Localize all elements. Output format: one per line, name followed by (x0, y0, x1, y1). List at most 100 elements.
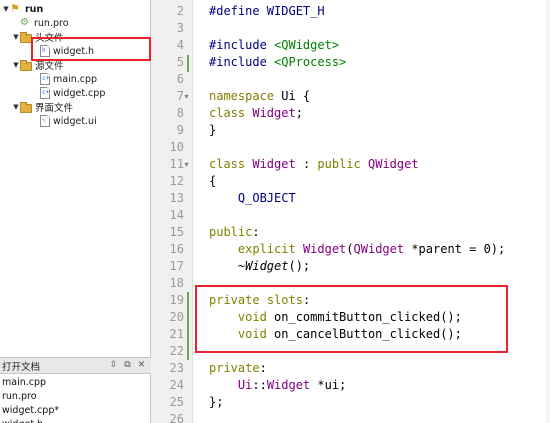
code-token: { (209, 174, 217, 188)
collapse-arrow-icon[interactable]: ▼ (2, 2, 10, 16)
tree-item-forms[interactable]: ▼ 界面文件 (12, 100, 73, 114)
code-token: : (259, 361, 267, 375)
code-token: <QProcess> (274, 55, 347, 69)
code-token: :: (252, 378, 267, 392)
line-number: 7 (176, 89, 184, 103)
folder-icon (20, 101, 32, 113)
line-number: 6 (176, 72, 184, 86)
tree-item-label: widget.ui (53, 115, 97, 127)
left-panel: ▼ ⚑ run ⚙ run.pro ▼ 头文件 h widget.h ▼ 源文件… (0, 0, 151, 423)
split-icon[interactable]: ⇳ (108, 360, 119, 371)
vertical-scrollbar[interactable] (546, 0, 550, 423)
line-number: 2 (176, 4, 184, 18)
ui-file-icon: ✎ (40, 115, 50, 127)
line-number: 21 (169, 327, 184, 341)
line-number: 11 (169, 157, 184, 171)
open-document-item[interactable]: run.pro (0, 390, 150, 403)
code-line[interactable]: ~Widget(); (209, 258, 310, 275)
code-token: *ui; (310, 378, 347, 392)
tree-item-label: run.pro (34, 17, 69, 29)
collapse-arrow-icon[interactable]: ▼ (12, 100, 20, 114)
code-token: ( (346, 242, 354, 256)
open-document-item[interactable]: widget.cpp* (0, 404, 150, 417)
code-line[interactable]: Q_OBJECT (209, 190, 296, 207)
code-token: (); (288, 259, 311, 273)
code-token: QWidget (368, 157, 419, 171)
code-token: : (252, 225, 260, 239)
project-tree: ▼ ⚑ run ⚙ run.pro ▼ 头文件 h widget.h ▼ 源文件… (0, 0, 151, 355)
code-token: } (209, 123, 217, 137)
code-line[interactable]: #include <QProcess> (209, 54, 346, 71)
line-number: 16 (169, 242, 184, 256)
folder-icon (20, 59, 32, 71)
code-line[interactable]: class Widget : public QWidget (209, 156, 419, 173)
tree-item-label: 界面文件 (35, 103, 74, 114)
line-number: 20 (169, 310, 184, 324)
open-document-item[interactable]: widget.h (0, 418, 150, 423)
change-marker (187, 55, 189, 72)
code-line[interactable]: }; (209, 394, 223, 411)
line-number: 13 (169, 191, 184, 205)
code-line[interactable]: class Widget; (209, 105, 303, 122)
line-number: 5 (176, 55, 184, 69)
code-line[interactable]: } (209, 122, 216, 139)
collapse-arrow-icon[interactable]: ▼ (12, 30, 20, 44)
code-line[interactable]: #include <QWidget> (209, 37, 339, 54)
code-token: Ui { (274, 89, 311, 103)
code-token: private (209, 361, 260, 375)
change-marker (187, 292, 189, 360)
line-number: 4 (176, 38, 184, 52)
highlight-box (195, 285, 508, 353)
code-token: #include (209, 55, 275, 69)
line-number: 10 (169, 140, 184, 154)
code-line[interactable]: Ui::Widget *ui; (209, 377, 346, 394)
code-token: explicit (237, 242, 296, 256)
code-token: ; (295, 106, 303, 120)
code-token: ~ (209, 259, 246, 273)
line-number: 14 (169, 208, 184, 222)
line-number: 24 (169, 378, 184, 392)
pro-file-icon: ⚙ (20, 17, 29, 28)
line-number: 15 (169, 225, 184, 239)
collapse-arrow-icon[interactable]: ▼ (12, 58, 20, 72)
code-token: Q_OBJECT (209, 191, 296, 205)
code-line[interactable]: { (209, 173, 216, 190)
code-line[interactable]: namespace Ui { (209, 88, 310, 105)
code-token: Widget (266, 378, 311, 392)
code-line[interactable]: explicit Widget(QWidget *parent = 0); (209, 241, 505, 258)
code-token: }; (209, 395, 224, 409)
tree-item-run[interactable]: ▼ ⚑ run (2, 2, 43, 16)
open-document-item[interactable]: main.cpp (0, 376, 150, 389)
line-number: 8 (176, 106, 184, 120)
code-line[interactable]: private: (209, 360, 267, 377)
tree-item-label: main.cpp (53, 73, 98, 85)
tree-item-main-cpp[interactable]: c+ main.cpp (40, 72, 97, 86)
line-number: 25 (169, 395, 184, 409)
code-line[interactable]: public: (209, 224, 260, 241)
tree-item-widget-ui[interactable]: ✎ widget.ui (40, 114, 97, 128)
line-number: 26 (169, 412, 184, 423)
code-token: public (317, 157, 361, 171)
code-token: class (209, 106, 246, 120)
code-token: Widget (245, 259, 289, 273)
tree-item-run-pro[interactable]: ⚙ run.pro (20, 16, 69, 30)
line-number: 3 (176, 21, 184, 35)
line-number: 22 (169, 344, 184, 358)
code-editor[interactable]: #define WIDGET_H #include <QWidget> #inclu… (193, 0, 550, 423)
open-documents-title: 打开文档 (2, 361, 41, 373)
tree-item-widget-cpp[interactable]: c+ widget.cpp (40, 86, 105, 100)
cpp-file-icon: c+ (40, 87, 50, 99)
code-token: QWidget (353, 242, 405, 256)
code-line[interactable]: #define WIDGET_H (209, 3, 325, 20)
line-number: 9 (176, 123, 184, 137)
line-number: 17 (169, 259, 184, 273)
close-icon[interactable]: ✕ (136, 360, 147, 371)
code-token: <QWidget> (274, 38, 340, 52)
line-number: 23 (169, 361, 184, 375)
change-marker-bar (187, 0, 189, 423)
cpp-file-icon: c+ (40, 73, 50, 85)
float-icon[interactable]: ⧉ (122, 360, 133, 371)
